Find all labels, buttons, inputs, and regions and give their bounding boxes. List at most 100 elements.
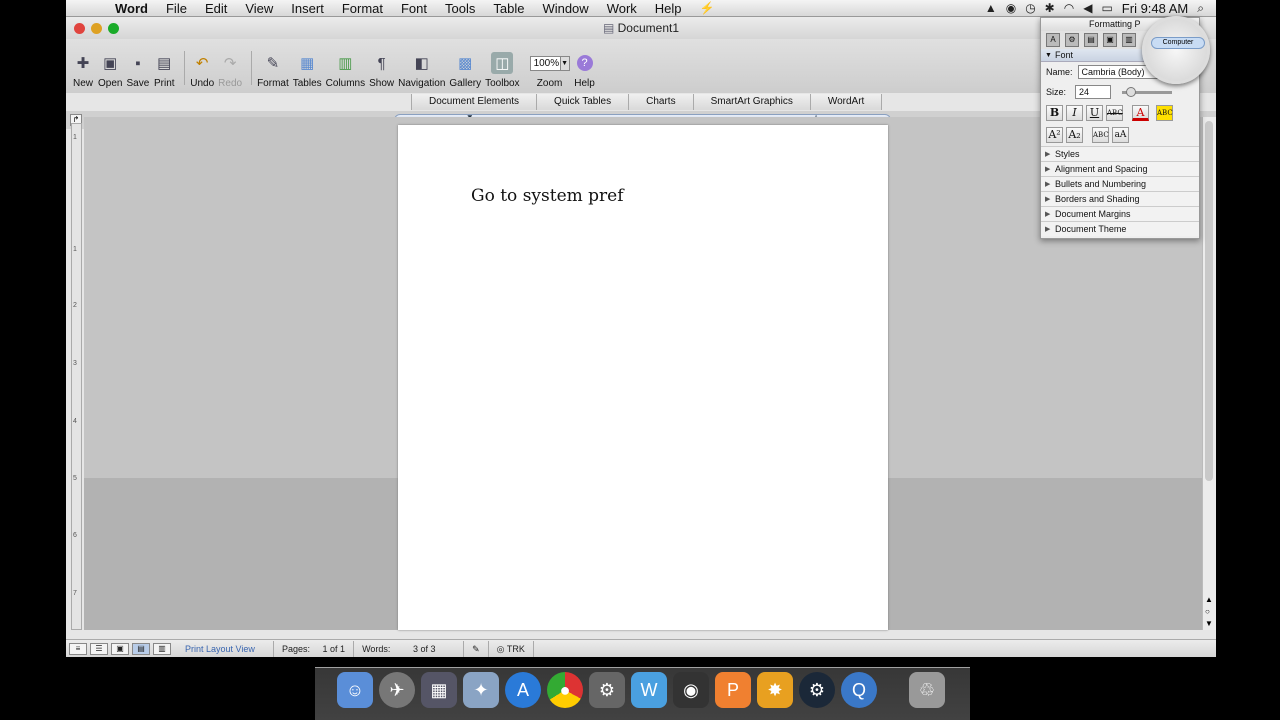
palette-section-theme[interactable]: Document Theme xyxy=(1041,221,1199,237)
tab-smartart-graphics[interactable]: SmartArt Graphics xyxy=(692,94,810,110)
word-w-icon[interactable]: W xyxy=(631,672,667,708)
scroll-up-icon[interactable]: ▲ xyxy=(1205,595,1213,604)
scroll-down-icon[interactable]: ▼ xyxy=(1205,619,1213,628)
underline-button[interactable]: U xyxy=(1086,105,1103,121)
track-changes-indicator[interactable]: ◎ TRK xyxy=(489,640,534,657)
app-store-icon[interactable]: A xyxy=(505,672,541,708)
quicktime-player-icon[interactable]: Q xyxy=(841,672,877,708)
publishing-view-button[interactable]: ▣ xyxy=(111,642,129,655)
outline-view-button[interactable]: ☰ xyxy=(90,642,108,655)
palette-section-bullets[interactable]: Bullets and Numbering xyxy=(1041,176,1199,192)
show-button[interactable]: ¶ Show xyxy=(369,52,394,93)
palette-section-borders[interactable]: Borders and Shading xyxy=(1041,191,1199,207)
dashboard-icon[interactable]: ▦ xyxy=(421,672,457,708)
print-layout-view-button[interactable]: ▤ xyxy=(132,642,150,655)
print-button[interactable]: ▤ Print xyxy=(153,52,175,93)
notebook-view-button[interactable]: ▥ xyxy=(153,642,171,655)
menu-window[interactable]: Window xyxy=(533,0,597,17)
subscript-button[interactable]: A₂ xyxy=(1066,127,1083,143)
document-body-text[interactable]: Go to system pref xyxy=(471,186,624,206)
menu-font[interactable]: Font xyxy=(392,0,436,17)
ruler-number: 1 xyxy=(73,246,77,253)
highlight-button[interactable]: ABC xyxy=(1156,105,1173,121)
styles-icon[interactable]: A xyxy=(1046,33,1060,47)
quicktime-icon[interactable]: ◉ xyxy=(673,672,709,708)
document-page[interactable]: Go to system pref xyxy=(398,125,888,630)
menu-table[interactable]: Table xyxy=(484,0,533,17)
menu-edit[interactable]: Edit xyxy=(196,0,236,17)
font-color-button[interactable]: A xyxy=(1132,105,1149,121)
menu-file[interactable]: File xyxy=(157,0,196,17)
finder-icon[interactable]: ☺ xyxy=(337,672,373,708)
palette-section-margins[interactable]: Document Margins xyxy=(1041,206,1199,222)
italic-button[interactable]: I xyxy=(1066,105,1083,121)
palette-section-styles[interactable]: Styles xyxy=(1041,146,1199,162)
spotlight-search-icon[interactable]: ⌕ xyxy=(1197,1,1204,16)
tables-button[interactable]: ▦ Tables xyxy=(293,52,322,93)
bold-button[interactable]: B xyxy=(1046,105,1063,121)
trash-icon[interactable]: ♲ xyxy=(909,672,945,708)
object-palette-icon[interactable]: ⚙ xyxy=(1065,33,1079,47)
browse-object-icon[interactable]: ○ xyxy=(1205,607,1210,616)
slider-knob[interactable] xyxy=(1126,86,1137,97)
launchpad-rocket-icon[interactable]: ✈ xyxy=(379,672,415,708)
change-case-button[interactable]: aA xyxy=(1112,127,1129,143)
tab-wordart[interactable]: WordArt xyxy=(809,94,883,110)
help-button[interactable]: ? Help xyxy=(574,52,596,93)
small-caps-button[interactable]: ABC xyxy=(1092,127,1109,143)
zoom-control[interactable]: 100% ▼ Zoom xyxy=(529,56,570,93)
citations-icon[interactable]: ▤ xyxy=(1084,33,1098,47)
scrapbook-icon[interactable]: ▣ xyxy=(1103,33,1117,47)
vertical-ruler[interactable]: 1 1 2 3 4 5 6 7 xyxy=(71,123,82,630)
steam-icon[interactable]: ⚙ xyxy=(799,672,835,708)
tab-charts[interactable]: Charts xyxy=(628,94,693,110)
wifi-icon[interactable]: ◠ xyxy=(1064,1,1074,15)
menu-view[interactable]: View xyxy=(236,0,282,17)
menu-work[interactable]: Work xyxy=(598,0,646,17)
menu-clock[interactable]: Fri 9:48 AM xyxy=(1122,1,1188,16)
toolbox-button[interactable]: ◫ Toolbox xyxy=(485,52,520,93)
spelling-status-icon[interactable]: ✎ xyxy=(464,640,489,657)
chrome-icon[interactable]: ● xyxy=(547,672,583,708)
menu-insert[interactable]: Insert xyxy=(282,0,333,17)
save-button[interactable]: ▪ Save xyxy=(126,52,149,93)
tab-quick-tables[interactable]: Quick Tables xyxy=(536,94,629,110)
strikethrough-button[interactable]: ABC xyxy=(1106,105,1123,121)
menu-app-name[interactable]: Word xyxy=(106,0,157,17)
font-size-slider[interactable] xyxy=(1122,86,1173,97)
preview-eagle-icon[interactable]: ✦ xyxy=(463,672,499,708)
new-button[interactable]: ✚ New xyxy=(72,52,94,93)
sync-icon[interactable]: ◉ xyxy=(1006,1,1016,15)
columns-button[interactable]: ▥ Columns xyxy=(326,52,365,93)
battery-icon[interactable]: ▭ xyxy=(1101,1,1112,15)
open-button[interactable]: ▣ Open xyxy=(98,52,122,93)
font-size-field[interactable]: 24 xyxy=(1075,85,1112,99)
system-preferences-gear-icon[interactable]: ⚙ xyxy=(589,672,625,708)
scroll-thumb[interactable] xyxy=(1205,121,1213,481)
menu-help[interactable]: Help xyxy=(646,0,691,17)
vertical-scrollbar[interactable]: ▲ ○ ▼ xyxy=(1202,117,1216,630)
script-menu-icon[interactable]: ⚡ xyxy=(691,0,724,17)
zoom-select[interactable]: 100% ▼ xyxy=(529,56,570,71)
minimize-button[interactable] xyxy=(91,23,102,34)
undo-button[interactable]: ↶ Undo xyxy=(190,52,214,93)
time-machine-icon[interactable]: ◷ xyxy=(1025,1,1035,15)
bluetooth-icon[interactable]: ✱ xyxy=(1045,1,1055,15)
zoom-window-button[interactable] xyxy=(108,23,119,34)
draft-view-button[interactable]: ≡ xyxy=(69,642,87,655)
palette-section-alignment[interactable]: Alignment and Spacing xyxy=(1041,161,1199,177)
tab-document-elements[interactable]: Document Elements xyxy=(411,94,537,110)
powerpoint-p-icon[interactable]: P xyxy=(715,672,751,708)
menu-tools[interactable]: Tools xyxy=(436,0,484,17)
close-button[interactable] xyxy=(74,23,85,34)
navigation-button[interactable]: ◧ Navigation xyxy=(398,52,445,93)
bell-icon[interactable]: ▲ xyxy=(985,1,997,15)
menu-format[interactable]: Format xyxy=(333,0,392,17)
format-painter-button[interactable]: ✎ Format xyxy=(257,52,289,93)
reference-tools-icon[interactable]: ▥ xyxy=(1122,33,1136,47)
volume-icon[interactable]: ◀ xyxy=(1083,1,1092,15)
vlc-cone-icon[interactable]: ✸ xyxy=(757,672,793,708)
redo-button[interactable]: ↷ Redo xyxy=(218,52,242,93)
gallery-button[interactable]: ▩ Gallery xyxy=(449,52,481,93)
superscript-button[interactable]: A² xyxy=(1046,127,1063,143)
